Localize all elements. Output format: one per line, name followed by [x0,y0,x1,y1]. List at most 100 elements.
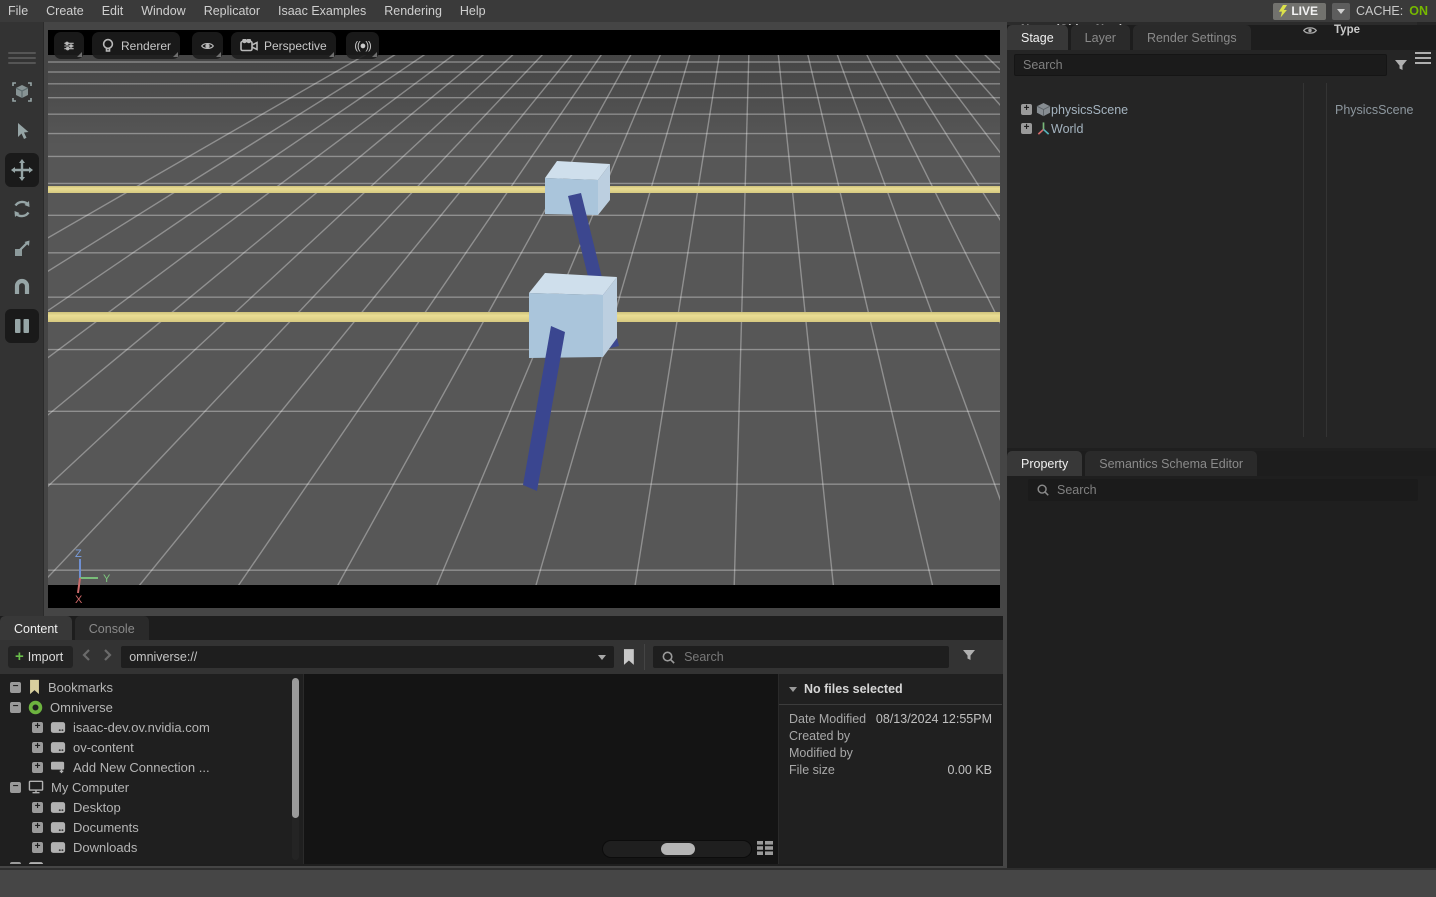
viewport-settings-button[interactable] [54,32,84,59]
tab-content[interactable]: Content [0,616,72,641]
path-bar[interactable]: omniverse:// [121,646,614,668]
live-button[interactable]: LIVE [1273,3,1326,20]
expand-plus-icon[interactable]: + [32,842,43,853]
snap-tool-button[interactable] [5,270,39,304]
expand-plus-icon[interactable]: + [32,802,43,813]
property-search-field[interactable] [1028,479,1418,501]
signal-icon: ((●)) [354,40,370,52]
tab-stage[interactable]: Stage [1007,25,1068,50]
tree-item-omniverse[interactable]: − Omniverse [10,697,113,717]
bookmark-icon [28,679,41,695]
thumbnail-size-slider[interactable] [602,840,752,858]
expand-plus-icon[interactable]: + [1021,104,1032,115]
tree-item-server[interactable]: + isaac-dev.ov.nvidia.com [32,717,210,737]
menu-rendering[interactable]: Rendering [384,4,442,18]
stage-row-world[interactable]: + World [1013,119,1423,138]
menu-create[interactable]: Create [46,4,84,18]
pause-icon [11,315,33,337]
toolbar-grip-icon[interactable] [8,52,36,54]
expand-plus-icon[interactable]: + [1021,123,1032,134]
tree-item-bookmarks[interactable]: − Bookmarks [10,677,113,697]
cartpole-cart-near[interactable] [529,273,617,358]
xform-axis-icon [1036,121,1051,136]
property-search-input[interactable] [1057,479,1387,501]
filter-funnel-icon [961,647,977,663]
select-mode-button[interactable] [5,75,39,109]
grid-view-toggle[interactable] [756,839,776,859]
menu-help[interactable]: Help [460,4,486,18]
content-search-field[interactable] [653,646,949,668]
expand-plus-icon[interactable]: + [32,762,43,773]
stage-row-physicsscene[interactable]: + physicsScene PhysicsScene [1013,100,1423,119]
cursor-select-button[interactable] [5,114,39,148]
tree-item-add-connection[interactable]: + Add New Connection ... [32,757,210,777]
viewport-toolbar-left [0,22,44,616]
content-filter-button[interactable] [961,647,977,668]
tree-item-server[interactable]: + ov-content [32,737,134,757]
settings-sliders-icon [63,37,75,55]
waypoint-button[interactable]: ((●)) [346,32,379,59]
collapse-minus-icon[interactable]: − [10,702,21,713]
import-button[interactable]: + Import [8,646,73,668]
visibility-button[interactable] [192,32,223,59]
expand-plus-icon[interactable]: + [32,742,43,753]
tree-item-downloads[interactable]: + Downloads [32,837,137,857]
slider-thumb[interactable] [661,843,695,855]
tab-semantics-schema-editor[interactable]: Semantics Schema Editor [1085,451,1257,476]
rotate-tool-button[interactable] [5,192,39,226]
stage-search-input[interactable] [1014,54,1387,76]
back-button[interactable] [81,648,93,667]
live-label: LIVE [1291,4,1318,18]
detail-file-size: File size 0.00 KB [789,762,992,779]
scrollbar-thumb[interactable] [292,678,299,818]
tab-layer[interactable]: Layer [1071,25,1130,50]
tab-console[interactable]: Console [75,616,149,641]
menu-edit[interactable]: Edit [102,4,124,18]
cache-status: ON [1409,4,1428,18]
collapse-minus-icon[interactable]: − [10,682,21,693]
live-dropdown-button[interactable] [1332,3,1350,20]
menu-replicator[interactable]: Replicator [204,4,260,18]
tree-item-desktop[interactable]: + Desktop [32,797,121,817]
tree-item-clipped: − [10,857,44,864]
file-grid-area[interactable] [303,674,778,864]
axis-y-label: Y [103,573,111,585]
rotate-icon [10,197,34,221]
stage-filter-button[interactable] [1393,57,1409,78]
tree-item-documents[interactable]: + Documents [32,817,139,837]
scale-icon [11,237,33,259]
scale-tool-button[interactable] [5,231,39,265]
content-search-input[interactable] [684,650,904,664]
camera-button[interactable]: Perspective [231,32,336,59]
server-drive-icon [50,841,66,854]
import-label: Import [28,650,63,664]
add-connection-icon [50,760,66,774]
tree-scrollbar[interactable] [292,678,299,860]
column-type-header[interactable]: Type [1334,24,1360,36]
tab-property[interactable]: Property [1007,451,1082,476]
path-dropdown-icon[interactable] [598,655,606,660]
menu-file[interactable]: File [8,4,28,18]
selection-header[interactable]: No files selected [789,682,992,696]
chevron-down-icon [1337,9,1345,14]
pause-button[interactable] [5,309,39,343]
selection-header-label: No files selected [804,682,903,696]
move-tool-button[interactable] [5,153,39,187]
tree-item-my-computer[interactable]: − My Computer [10,777,129,797]
menu-isaac-examples[interactable]: Isaac Examples [278,4,366,18]
expand-plus-icon[interactable]: + [32,722,43,733]
viewport-3d[interactable]: Z Y X Renderer [48,30,1000,608]
collapse-minus-icon[interactable]: − [10,782,21,793]
server-drive-icon [50,741,66,754]
bookmark-icon[interactable] [622,648,636,666]
forward-button[interactable] [101,648,113,667]
lightbulb-icon [101,38,115,54]
move-icon [10,158,34,182]
prim-type: PhysicsScene [1335,103,1414,117]
expand-plus-icon[interactable]: + [32,822,43,833]
content-browser: Content Console + Import omniverse:// [0,616,1003,866]
tab-render-settings[interactable]: Render Settings [1133,25,1251,50]
menu-window[interactable]: Window [141,4,185,18]
renderer-button[interactable]: Renderer [92,32,180,59]
stage-tabbar: Stage Layer Render Settings [1007,25,1436,50]
